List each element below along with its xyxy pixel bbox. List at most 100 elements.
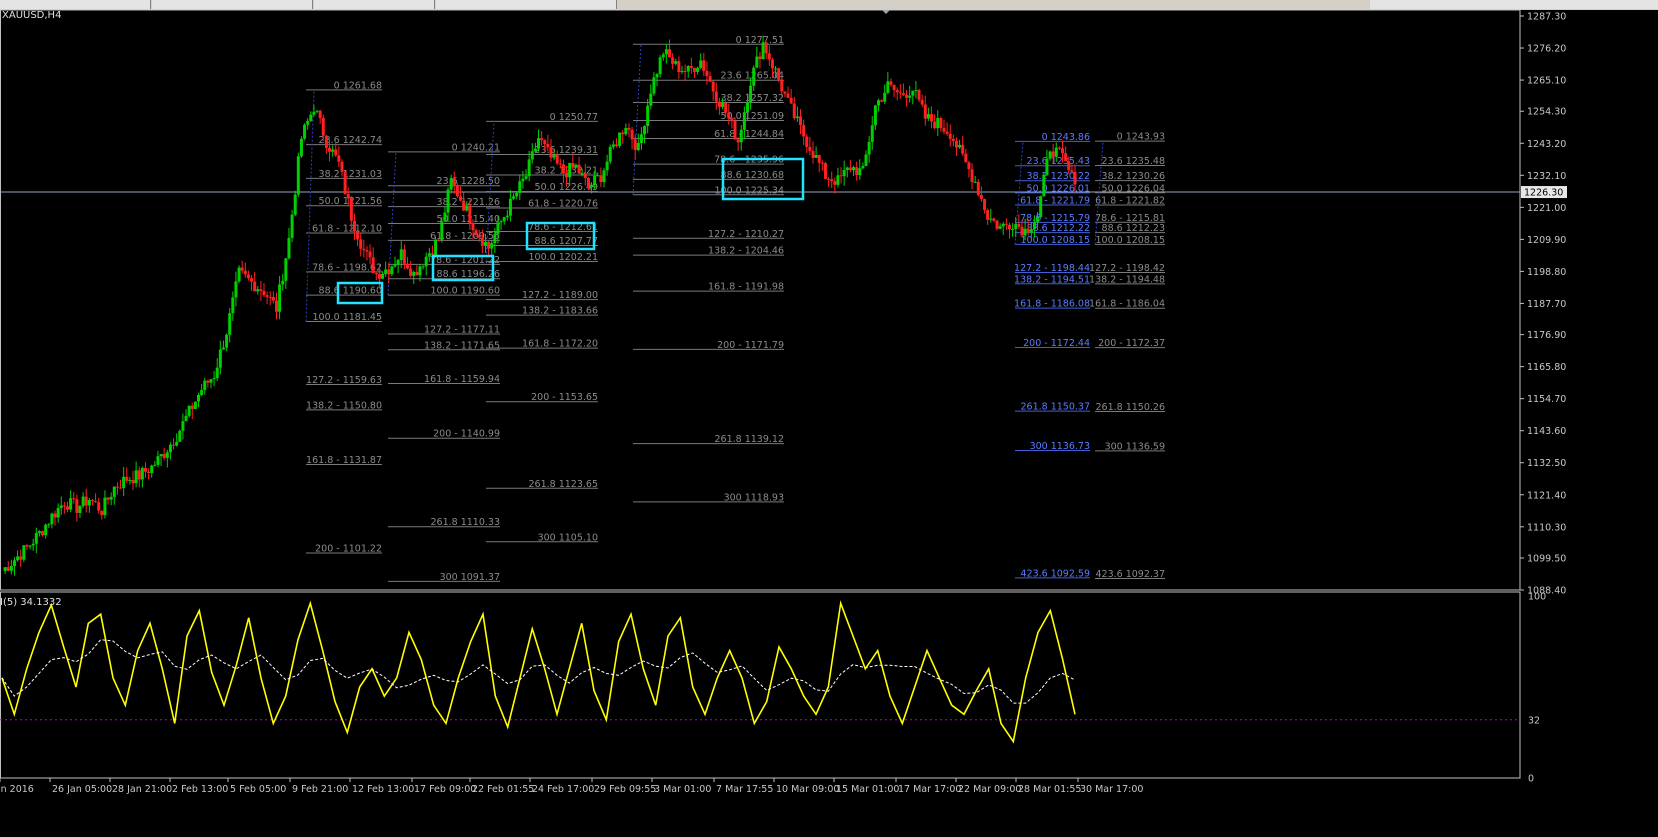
candle-body xyxy=(986,210,990,220)
candle-body xyxy=(471,223,475,231)
candle-body xyxy=(131,480,135,484)
candle xyxy=(359,233,363,257)
candle xyxy=(443,206,447,222)
candle xyxy=(84,488,88,513)
candle-body xyxy=(381,274,385,279)
candle-body xyxy=(745,102,749,113)
candle-body xyxy=(936,118,940,129)
candle-body xyxy=(1067,161,1071,171)
candle xyxy=(293,190,297,217)
candle xyxy=(639,127,643,150)
candle-body xyxy=(711,81,715,92)
candle xyxy=(668,39,672,58)
candle-body xyxy=(409,268,413,276)
candle-body xyxy=(767,53,771,60)
chart-symbol-title: XAUUSD,H4 xyxy=(2,10,61,21)
tab-segment[interactable] xyxy=(314,0,435,9)
fib-level-label: 261.8 1150.37 xyxy=(1020,402,1090,413)
candle xyxy=(621,129,625,144)
candle xyxy=(967,160,971,178)
tab-segment[interactable] xyxy=(152,0,313,9)
candle-body xyxy=(933,121,937,129)
candle xyxy=(630,126,634,150)
candle xyxy=(221,340,225,350)
price-tick-label: 1276.20 xyxy=(1527,44,1566,55)
candle xyxy=(692,67,696,79)
chart-area[interactable]: 0 1261.68 23.6 1242.74 38.2 1231.03 50.0 12… xyxy=(0,10,1658,837)
candle-body xyxy=(699,60,703,68)
fib-level-label: 100.0 1225.34 xyxy=(714,185,784,196)
candle-body xyxy=(81,496,85,507)
candle-body xyxy=(168,444,172,453)
candle xyxy=(256,286,260,295)
candle-body xyxy=(119,487,123,489)
candle xyxy=(365,246,369,261)
fib-level-label: 300 1091.37 xyxy=(440,572,500,583)
tab-segment[interactable] xyxy=(0,0,151,9)
candle-body xyxy=(970,169,974,183)
candle xyxy=(262,283,266,298)
candle xyxy=(299,136,303,158)
candle xyxy=(34,527,38,554)
fib-level-label: 261.8 1110.33 xyxy=(430,517,500,528)
candle-body xyxy=(443,212,447,222)
candle xyxy=(833,177,837,194)
candle-body xyxy=(437,239,441,241)
tab-segment[interactable] xyxy=(1370,0,1658,9)
candle-body xyxy=(318,110,322,118)
fib-level-label: 61.8 - 1221.82 xyxy=(1095,195,1165,206)
candle-body xyxy=(590,185,594,188)
candle-body xyxy=(830,179,834,182)
candle xyxy=(970,163,974,190)
candle-body xyxy=(1020,226,1024,236)
candle-body xyxy=(939,118,943,129)
fib-level-label: 161.8 - 1131.87 xyxy=(306,455,382,466)
candle xyxy=(237,265,241,284)
candle xyxy=(271,291,275,304)
price-tick-label: 1099.50 xyxy=(1527,553,1566,564)
candle xyxy=(795,106,799,122)
candle xyxy=(901,83,905,97)
tab-segment[interactable] xyxy=(436,0,617,9)
candle xyxy=(839,167,843,184)
time-tick-label: 12 Feb 13:00 xyxy=(352,784,414,795)
candle-body xyxy=(702,60,706,71)
candle-body xyxy=(134,470,138,484)
candle-body xyxy=(200,390,204,395)
candle xyxy=(72,492,76,504)
fib-level-label: 88.6 1212.23 xyxy=(1102,223,1165,234)
fib-level-label: 38.2 1230.22 xyxy=(1027,171,1090,182)
candle xyxy=(59,496,63,515)
price-tick-label: 1165.80 xyxy=(1527,362,1566,373)
candle xyxy=(396,258,400,274)
candle-body xyxy=(3,567,7,572)
candle xyxy=(168,442,172,460)
candle xyxy=(858,159,862,180)
candle xyxy=(986,208,990,225)
candle-body xyxy=(287,237,291,259)
candle xyxy=(842,160,846,186)
fib-level-label: 0 1250.77 xyxy=(550,112,598,123)
candle-body xyxy=(502,217,506,222)
candle xyxy=(140,466,144,488)
candle xyxy=(923,95,927,126)
candle xyxy=(892,84,896,97)
candle-body xyxy=(459,196,463,201)
candle-body xyxy=(143,468,147,472)
candle-body xyxy=(883,92,887,102)
fib-level-label: 88.6 1190.60 xyxy=(319,286,382,297)
candle xyxy=(802,119,806,145)
candle-body xyxy=(1054,147,1058,157)
candle-body xyxy=(930,114,934,122)
candle xyxy=(203,378,207,395)
fib-level-label: 200 - 1153.65 xyxy=(531,392,598,403)
candle-body xyxy=(405,263,409,269)
candle-body xyxy=(178,430,182,442)
price-tick-label: 1243.20 xyxy=(1527,139,1566,150)
candle-body xyxy=(452,178,456,186)
candle xyxy=(521,170,525,189)
candle xyxy=(951,134,955,147)
candle xyxy=(215,358,219,382)
candle xyxy=(799,109,803,135)
candle-body xyxy=(954,140,958,148)
